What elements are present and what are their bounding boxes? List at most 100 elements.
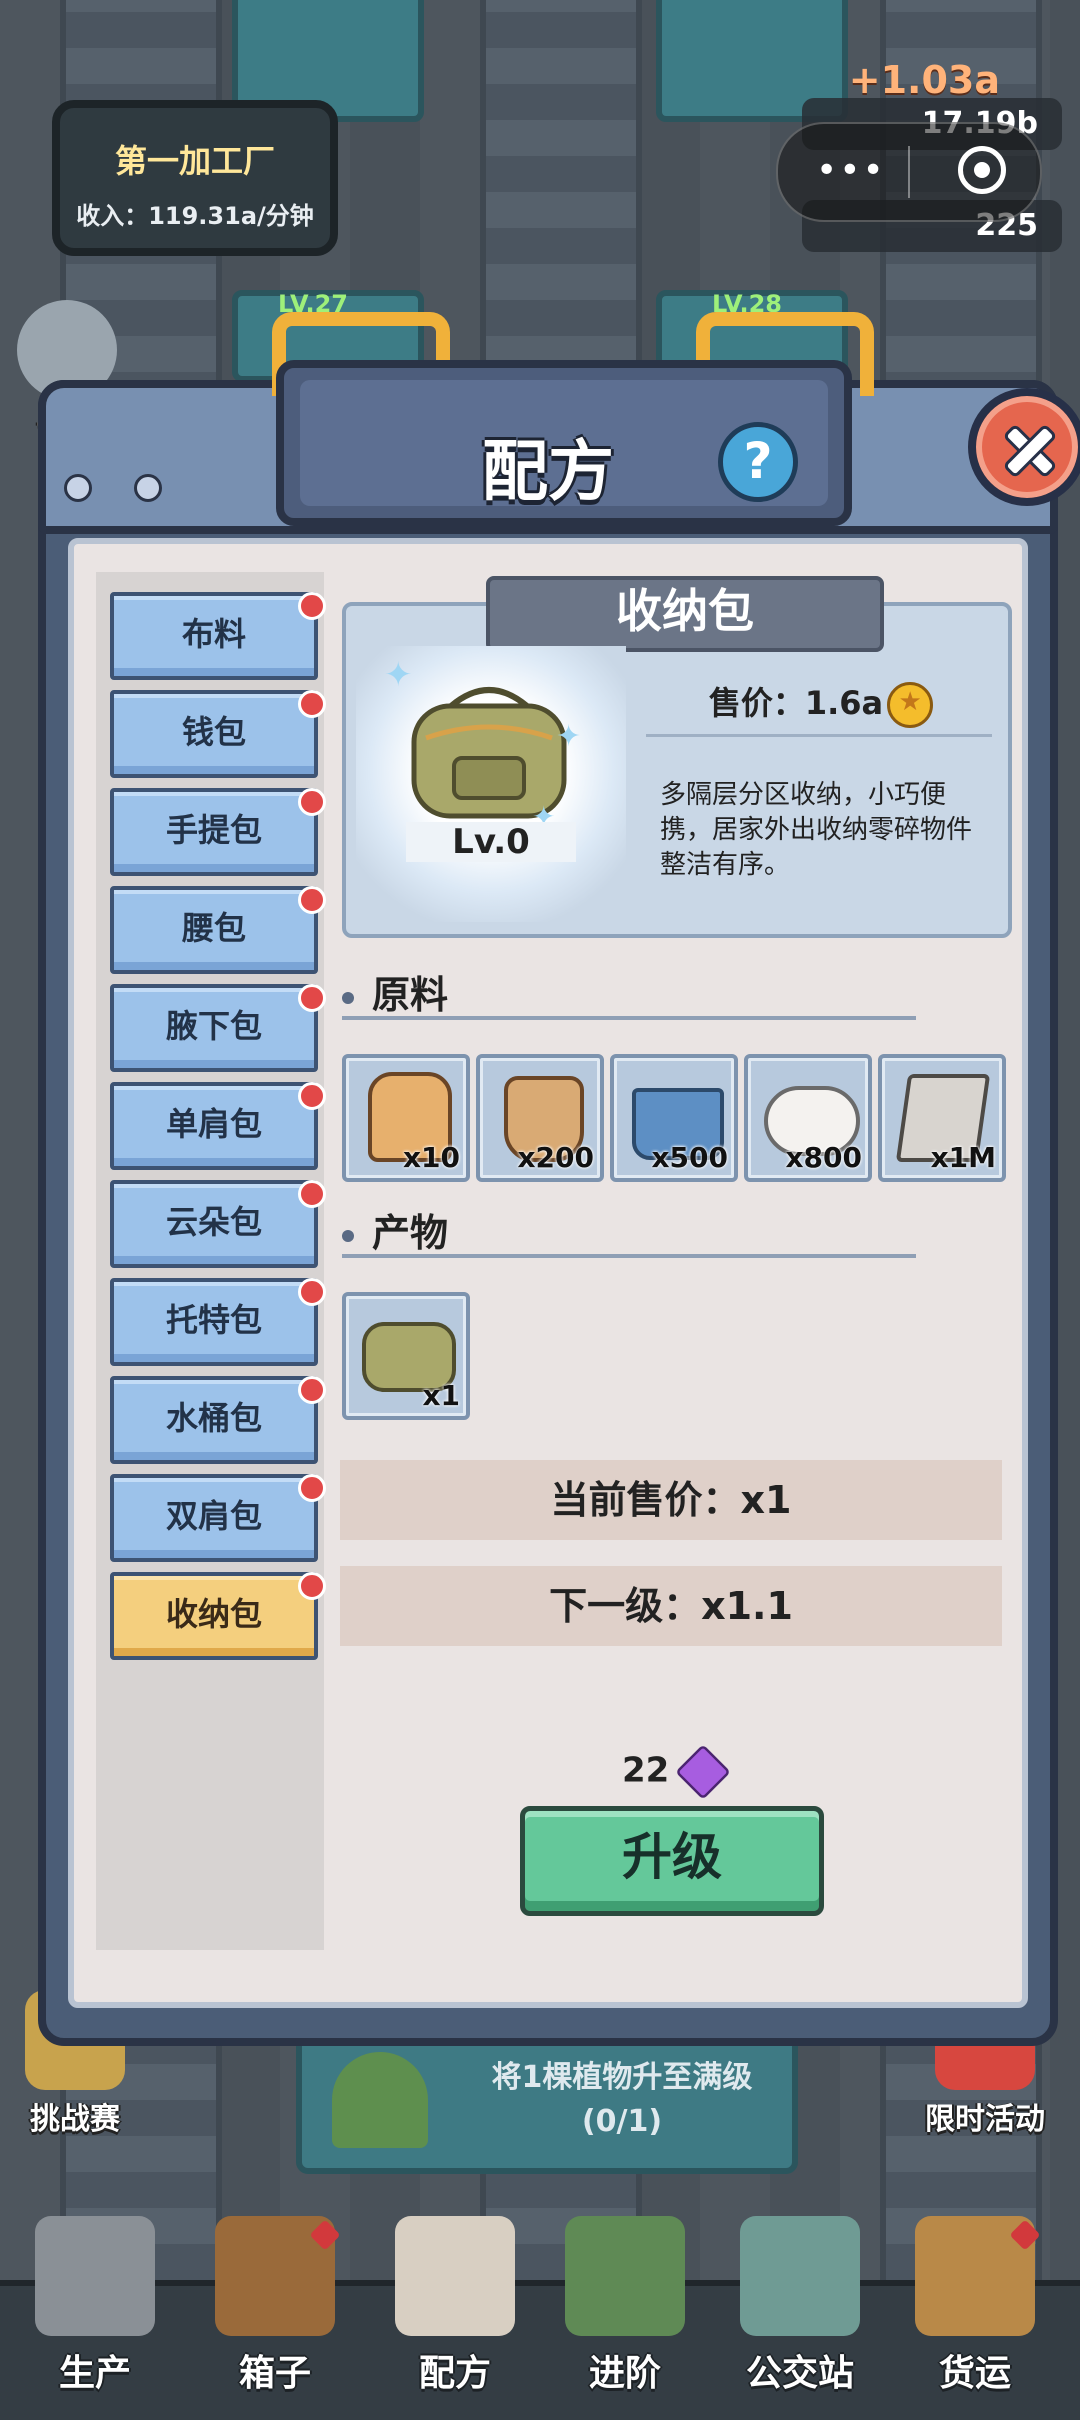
material-slot[interactable]: x1M [878, 1054, 1006, 1182]
nav-bus-stop[interactable]: 公交站 [715, 2216, 885, 2416]
category-cloud-bag[interactable]: 云朵包 [110, 1180, 326, 1268]
nav-advance[interactable]: 进阶 [540, 2216, 710, 2416]
bus-stop-icon [740, 2216, 860, 2336]
upgrade-button[interactable]: 升级 [520, 1806, 824, 1916]
more-icon[interactable]: ••• [816, 150, 886, 191]
category-label: 钱包 [181, 713, 246, 751]
category-shoulder-bag[interactable]: 单肩包 [110, 1082, 326, 1170]
coin-icon [887, 682, 934, 728]
task-progress: (0/1) [581, 2104, 663, 2139]
item-name: 收纳包 [486, 576, 884, 652]
material-qty: x800 [785, 1141, 862, 1174]
nav-label: 公交站 [745, 2353, 854, 2394]
material-qty: x500 [651, 1141, 728, 1174]
recipe-modal: 配方 ? 布料 钱包 手提包 腰包 腋下包 单肩包 云朵包 托特包 水桶包 双肩… [38, 312, 1080, 2046]
storage-bag-icon: ✦ ✦ ✦ [384, 655, 581, 833]
nav-label: 生产 [58, 2353, 131, 2394]
notification-dot [298, 1180, 326, 1208]
notification-dot [298, 886, 326, 914]
category-waist-bag[interactable]: 腰包 [110, 886, 326, 974]
advance-icon [565, 2216, 685, 2336]
material-slot[interactable]: x200 [476, 1054, 604, 1182]
svg-text:✦: ✦ [556, 719, 581, 754]
record-icon[interactable] [958, 146, 1006, 194]
divider [342, 1016, 916, 1020]
notification-dot [298, 592, 326, 620]
bullet-icon [342, 991, 354, 1004]
upgrade-cost: 22 [622, 1744, 732, 1800]
task-text: 将1棵植物升至满级 [491, 2060, 753, 2095]
category-label: 单肩包 [165, 1105, 262, 1143]
category-label: 托特包 [165, 1301, 262, 1339]
factory-name: 第一加工厂 [114, 142, 275, 180]
material-slot[interactable]: x500 [610, 1054, 738, 1182]
svg-text:✦: ✦ [384, 655, 413, 695]
nav-recipes[interactable]: 配方 [370, 2216, 540, 2416]
category-label: 收纳包 [165, 1595, 262, 1633]
nav-label: 配方 [418, 2353, 491, 2394]
notification-dot [298, 690, 326, 718]
current-price-bar: 当前售价：x1 [340, 1460, 1002, 1540]
nav-label: 箱子 [238, 2353, 311, 2394]
notification-dot [298, 1082, 326, 1110]
capsule-divider [908, 146, 910, 198]
category-fabric[interactable]: 布料 [110, 592, 326, 680]
item-price: 售价：1.6a [708, 684, 884, 722]
category-storage-bag[interactable]: 收纳包 [110, 1572, 326, 1660]
products-title: 产物 [372, 1211, 449, 1255]
robot-arm-icon [35, 2216, 155, 2336]
factory-income: 收入：119.31a/分钟 [76, 202, 314, 230]
divider [646, 734, 992, 737]
category-wallet[interactable]: 钱包 [110, 690, 326, 778]
material-slot[interactable]: x10 [342, 1054, 470, 1182]
item-image: ✦ ✦ ✦ [356, 646, 626, 922]
notification-dot [298, 1376, 326, 1404]
category-tote-bag[interactable]: 托特包 [110, 1278, 326, 1366]
limited-event-label: 限时活动 [925, 2102, 1045, 2137]
material-slot[interactable]: x800 [744, 1054, 872, 1182]
material-qty: x10 [402, 1141, 460, 1174]
category-label: 云朵包 [165, 1203, 262, 1241]
category-label: 布料 [181, 615, 246, 653]
nav-production[interactable]: 生产 [10, 2216, 180, 2416]
product-slot[interactable]: x1 [342, 1292, 470, 1420]
notification-dot [298, 1474, 326, 1502]
category-handbag[interactable]: 手提包 [110, 788, 326, 876]
material-qty: x200 [517, 1141, 594, 1174]
notification-dot [298, 1572, 326, 1600]
help-button[interactable]: ? [718, 422, 798, 502]
nav-label: 进阶 [588, 2353, 661, 2394]
category-list: 布料 钱包 手提包 腰包 腋下包 单肩包 云朵包 托特包 水桶包 双肩包 收纳包 [96, 572, 326, 1950]
materials-title: 原料 [372, 973, 449, 1017]
nav-cargo[interactable]: 货运 [890, 2216, 1060, 2416]
product-qty: x1 [422, 1379, 460, 1412]
mini-program-capsule[interactable]: ••• [776, 122, 1042, 222]
category-bucket-bag[interactable]: 水桶包 [110, 1376, 326, 1464]
nav-label: 货运 [938, 2353, 1011, 2394]
category-underarm-bag[interactable]: 腋下包 [110, 984, 326, 1072]
item-level: Lv.0 [406, 822, 576, 862]
category-label: 双肩包 [165, 1497, 262, 1535]
item-description: 多隔层分区收纳，小巧便携，居家外出收纳零碎物件整洁有序。 [660, 780, 973, 880]
item-card: 收纳包 ✦ ✦ ✦ Lv.0 售价：1.6a 多隔层分区收纳，小巧便携，居家外出… [342, 576, 1012, 938]
materials-heading: 原料 [342, 964, 448, 1019]
next-level-bar: 下一级：x1.1 [340, 1566, 1002, 1646]
category-label: 腋下包 [165, 1007, 262, 1045]
category-backpack[interactable]: 双肩包 [110, 1474, 326, 1562]
bottom-nav: 生产 箱子 配方 进阶 公交站 货运 [0, 2216, 1080, 2420]
nav-boxes[interactable]: 箱子 [190, 2216, 360, 2416]
bullet-icon [342, 1229, 354, 1242]
modal-content: 布料 钱包 手提包 腰包 腋下包 单肩包 云朵包 托特包 水桶包 双肩包 收纳包… [68, 538, 1028, 2008]
task-banner[interactable]: 将1棵植物升至满级 (0/1) [296, 2028, 798, 2174]
factory-sign[interactable]: 第一加工厂 收入：119.31a/分钟 [52, 100, 338, 256]
book-icon [395, 2216, 515, 2336]
cost-amount: 22 [622, 1750, 670, 1791]
notification-dot [298, 1278, 326, 1306]
challenge-label: 挑战赛 [30, 2102, 120, 2137]
category-label: 水桶包 [165, 1399, 262, 1437]
close-button[interactable] [968, 388, 1080, 506]
divider [342, 1254, 916, 1258]
notification-dot [298, 984, 326, 1012]
modal-title: 配方 [482, 433, 614, 510]
plant-icon [332, 2052, 428, 2148]
